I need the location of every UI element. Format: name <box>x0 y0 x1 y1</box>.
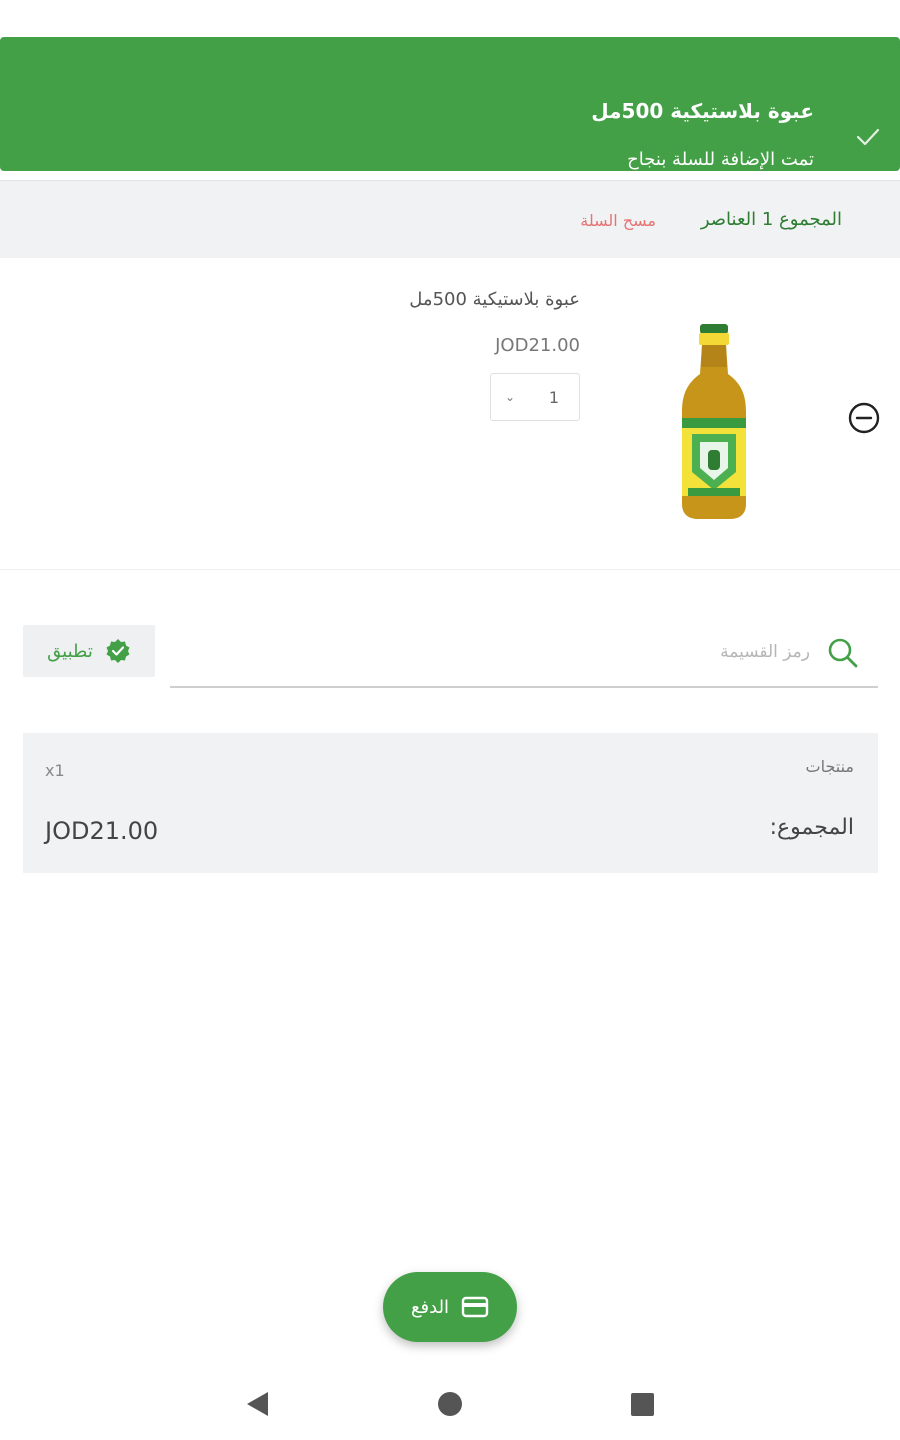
toast-title: عبوة بلاستيكية 500مل <box>591 99 814 123</box>
total-label: المجموع: <box>769 815 854 840</box>
cart-item-name: عبوة بلاستيكية 500مل <box>409 289 580 310</box>
search-icon <box>828 638 858 668</box>
checkmark-icon <box>856 128 880 146</box>
nav-recents-icon[interactable] <box>631 1393 654 1416</box>
cart-item-count: المجموع 1 العناصر <box>700 209 842 230</box>
credit-card-icon <box>461 1296 489 1318</box>
apply-coupon-button[interactable]: تطبيق <box>23 625 155 677</box>
apply-coupon-label: تطبيق <box>47 640 93 662</box>
pay-label: الدفع <box>410 1296 450 1318</box>
product-image <box>682 324 746 519</box>
nav-home-icon[interactable] <box>438 1392 462 1416</box>
cart-summary-bar: المجموع 1 العناصر مسح السلة <box>0 180 900 258</box>
chevron-down-icon: ⌄ <box>505 390 516 404</box>
quantity-value: 1 <box>548 387 559 407</box>
pay-button[interactable]: الدفع <box>383 1272 517 1342</box>
coupon-field <box>170 620 878 688</box>
cart-item-price: JOD21.00 <box>495 335 580 356</box>
clear-cart-link[interactable]: مسح السلة <box>580 211 656 230</box>
coupon-input[interactable] <box>392 634 812 670</box>
total-value: JOD21.00 <box>45 817 159 845</box>
success-toast: عبوة بلاستيكية 500مل تمت الإضافة للسلة ب… <box>0 37 900 171</box>
products-label: منتجات <box>805 757 855 776</box>
cart-screen: عبوة بلاستيكية 500مل تمت الإضافة للسلة ب… <box>0 0 900 1440</box>
toast-message: تمت الإضافة للسلة بنجاح <box>627 149 814 170</box>
order-totals: منتجات x1 المجموع: JOD21.00 <box>23 733 878 873</box>
products-count: x1 <box>45 761 65 780</box>
nav-back-icon[interactable] <box>244 1390 270 1418</box>
verified-check-icon <box>106 639 130 663</box>
remove-item-icon[interactable] <box>847 401 881 435</box>
quantity-select[interactable]: ⌄ 1 <box>490 373 580 421</box>
